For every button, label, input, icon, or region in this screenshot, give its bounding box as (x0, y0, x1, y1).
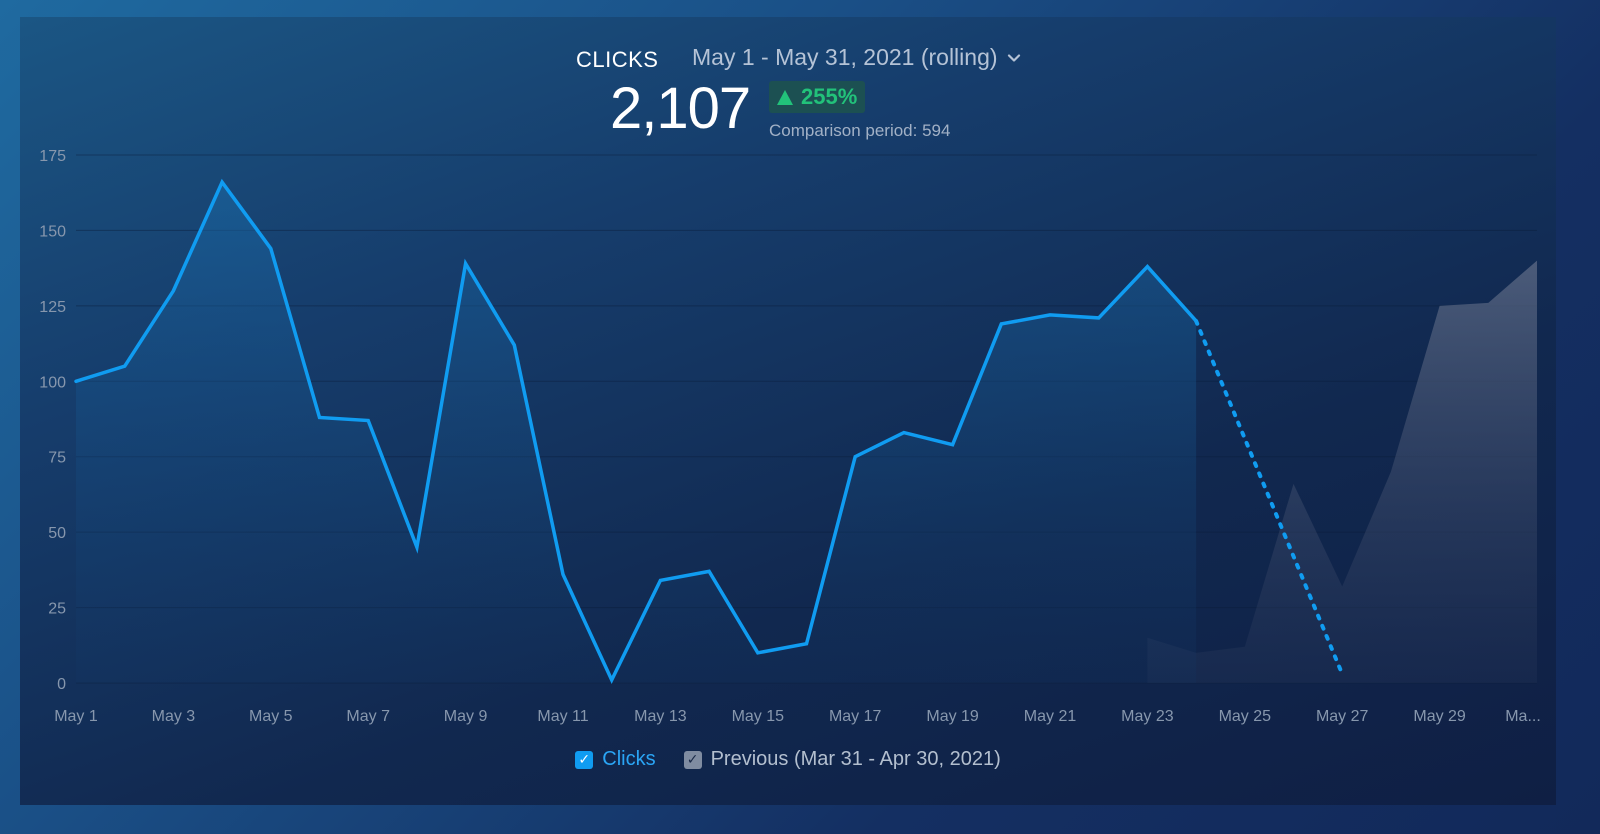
x-tick-label: May 15 (732, 708, 785, 725)
legend-label-previous: Previous (Mar 31 - Apr 30, 2021) (710, 748, 1001, 770)
y-tick-label: 125 (39, 299, 66, 316)
x-tick-label: May 11 (537, 708, 588, 725)
chart-legend: ✓ Clicks ✓ Previous (Mar 31 - Apr 30, 20… (20, 748, 1556, 771)
checkbox-checked-icon[interactable]: ✓ (575, 750, 594, 769)
y-tick-label: 100 (39, 374, 66, 391)
y-tick-label: 25 (48, 601, 66, 618)
x-tick-label: May 7 (346, 708, 390, 725)
x-tick-label: May 5 (249, 708, 293, 725)
y-tick-label: 50 (48, 525, 66, 542)
x-tick-label: May 19 (926, 708, 979, 725)
x-tick-label: May 29 (1413, 708, 1466, 725)
y-tick-label: 175 (39, 148, 66, 165)
legend-item-previous[interactable]: ✓ Previous (Mar 31 - Apr 30, 2021) (683, 748, 1001, 771)
y-tick-label: 75 (48, 450, 66, 467)
x-tick-label: Ma... (1505, 708, 1541, 725)
previous-area (1147, 260, 1537, 683)
x-tick-label: May 3 (152, 708, 196, 725)
line-chart: 0 25 50 75 100 125 150 175 May 1 May 3 May 5 May 7… (39, 148, 1541, 725)
chart-panel: CLICKS May 1 - May 31, 2021 (rolling) 2,… (20, 17, 1556, 805)
x-tick-label: May 21 (1024, 708, 1077, 725)
x-tick-label: May 27 (1316, 708, 1369, 725)
checkbox-checked-icon[interactable]: ✓ (683, 750, 702, 769)
x-tick-label: May 17 (829, 708, 882, 725)
x-tick-label: May 25 (1219, 708, 1272, 725)
x-tick-label: May 13 (634, 708, 687, 725)
legend-label-clicks: Clicks (602, 748, 656, 770)
y-tick-label: 0 (57, 676, 66, 693)
legend-item-clicks[interactable]: ✓ Clicks (575, 748, 656, 771)
x-tick-label: May 23 (1121, 708, 1174, 725)
x-tick-label: May 1 (54, 708, 98, 725)
x-tick-label: May 9 (444, 708, 488, 725)
y-tick-label: 150 (39, 223, 66, 240)
